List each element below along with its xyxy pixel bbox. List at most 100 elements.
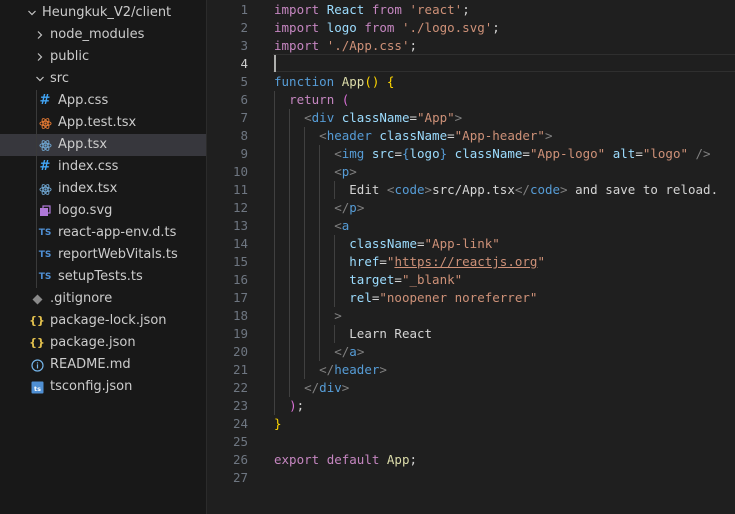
code-token: https://reactjs.org [394, 254, 538, 269]
explorer-item[interactable]: src [0, 68, 206, 90]
code-token: "App" [417, 110, 455, 125]
code-token: > [454, 110, 463, 125]
code-token: </ [334, 344, 350, 359]
code-token: > [544, 128, 553, 143]
code-token: import [274, 2, 320, 17]
explorer-item[interactable]: App.test.tsx [0, 112, 206, 134]
svg-text:ts: ts [34, 385, 41, 393]
code-token: ; [492, 20, 500, 35]
css-file-icon: # [39, 159, 51, 174]
code-line: 8 <header className="App-header"> [207, 127, 735, 145]
line-number: 11 [232, 182, 248, 197]
code-editor[interactable]: 1 import React from 'react'; 2 import logo … [207, 0, 735, 514]
explorer-item[interactable]: {} package-lock.json [0, 310, 206, 332]
text-cursor [274, 55, 276, 72]
chevron-right-icon [32, 46, 48, 68]
explorer-item[interactable]: public [0, 46, 206, 68]
code-token: > [356, 344, 365, 359]
explorer-item[interactable]: logo.svg [0, 200, 206, 222]
line-number: 15 [232, 254, 248, 269]
code-line: 16 target="_blank" [207, 271, 735, 289]
explorer-item[interactable]: README.md [0, 354, 206, 376]
line-number: 5 [240, 74, 248, 89]
explorer-item-label: tsconfig.json [50, 379, 133, 394]
indent-guide [334, 325, 336, 343]
code-token: function [274, 74, 335, 89]
line-number: 24 [232, 416, 248, 431]
explorer-item[interactable]: TS setupTests.ts [0, 266, 206, 288]
code-token: className [454, 146, 523, 161]
react-test-file-icon [37, 112, 53, 134]
code-line: 18 > [207, 307, 735, 325]
code-token: } [274, 416, 282, 431]
code-token: = [635, 146, 643, 161]
code-token: div [311, 110, 335, 125]
gitignore-file-icon [29, 288, 45, 310]
code-token: { [386, 74, 395, 89]
explorer-item[interactable]: index.tsx [0, 178, 206, 200]
explorer-item[interactable]: TS react-app-env.d.ts [0, 222, 206, 244]
code-token: header [326, 128, 372, 143]
explorer-item[interactable]: {} package.json [0, 332, 206, 354]
line-number: 12 [232, 200, 248, 215]
explorer-item[interactable]: .gitignore [0, 288, 206, 310]
code-token: ( [341, 92, 350, 107]
line-number: 22 [232, 380, 248, 395]
line-number: 19 [232, 326, 248, 341]
code-token: > [334, 308, 342, 323]
code-text: return ( [274, 91, 349, 109]
line-number: 1 [240, 2, 248, 17]
code-token: </ [304, 380, 320, 395]
explorer-item-label: .gitignore [50, 291, 113, 306]
code-token: href [349, 254, 380, 269]
explorer-item[interactable]: ts tsconfig.json [0, 376, 206, 398]
code-token: < [304, 110, 312, 125]
code-line: 10 <p> [207, 163, 735, 181]
code-token: a [341, 218, 350, 233]
code-token: "App-link" [424, 236, 500, 251]
line-number: 10 [232, 164, 248, 179]
explorer-item-label: index.css [58, 159, 119, 174]
line-number: 20 [232, 344, 248, 359]
code-text: <img src={logo} className="App-logo" alt… [274, 145, 710, 163]
code-token: src/App.tsx [432, 182, 515, 197]
code-text: </div> [274, 379, 349, 397]
explorer-item[interactable]: # index.css [0, 156, 206, 178]
code-text: rel="noopener noreferrer" [274, 289, 537, 307]
explorer-item[interactable]: TS reportWebVitals.ts [0, 244, 206, 266]
explorer-item[interactable]: # App.css [0, 90, 206, 112]
code-line: 24} [207, 415, 735, 433]
code-line: 20 </a> [207, 343, 735, 361]
explorer-root-folder[interactable]: Heungkuk_V2/client [0, 2, 206, 24]
code-text: import React from 'react'; [274, 1, 470, 19]
code-text: href="https://reactjs.org" [274, 253, 545, 271]
explorer-item[interactable]: node_modules [0, 24, 206, 46]
code-line: 27 [207, 469, 735, 487]
code-line: 23 ); [207, 397, 735, 415]
code-text: Learn React [274, 325, 432, 343]
line-number: 4 [240, 56, 248, 71]
code-token: = [522, 146, 530, 161]
explorer-item-label: src [50, 71, 69, 86]
explorer-item-label: public [50, 49, 90, 64]
explorer-item[interactable]: App.tsx [0, 134, 206, 156]
code-text: <div className="App"> [274, 109, 462, 127]
code-token: div [319, 380, 342, 395]
code-text: export default App; [274, 451, 417, 469]
code-token: < [319, 128, 327, 143]
code-token: './App.css' [326, 38, 410, 53]
indent-guide [274, 91, 275, 415]
explorer-item-label: App.css [58, 93, 109, 108]
code-token: code [394, 182, 425, 197]
code-text: > [274, 307, 342, 325]
